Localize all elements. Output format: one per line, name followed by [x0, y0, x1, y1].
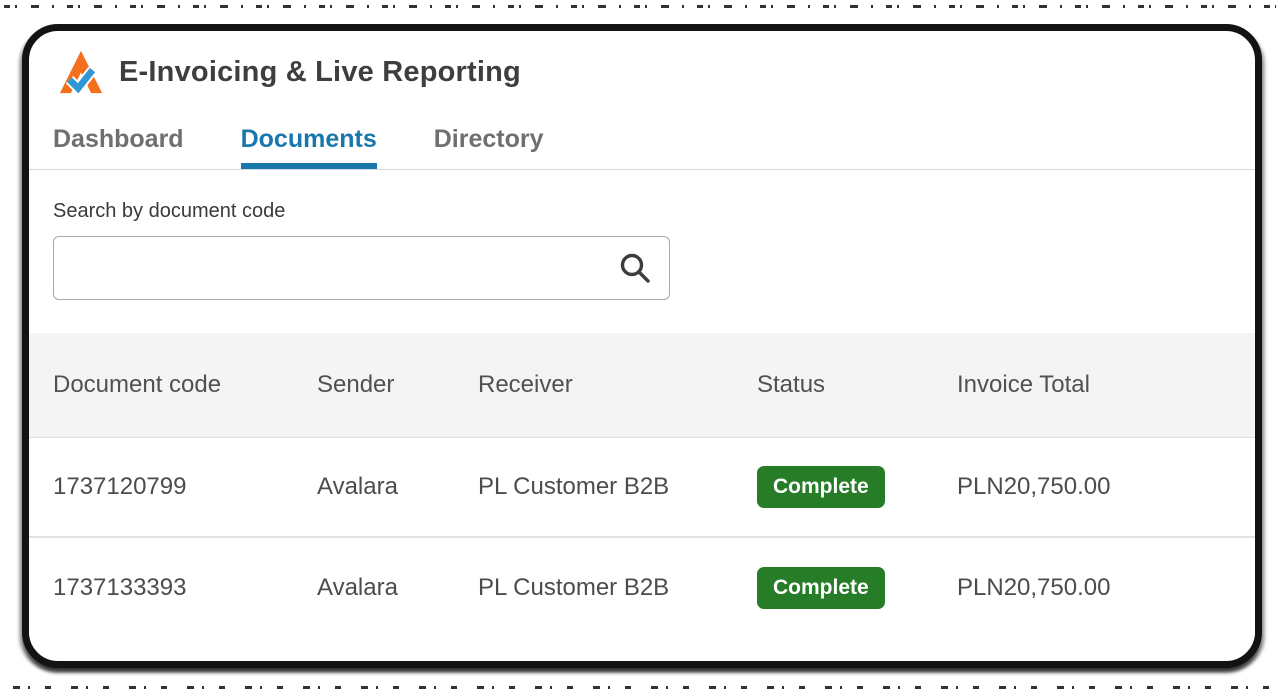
table-row[interactable]: 1737133393 Avalara PL Customer B2B Compl…	[29, 538, 1255, 638]
column-header-status: Status	[757, 371, 957, 399]
cell-receiver: PL Customer B2B	[478, 574, 757, 602]
cell-document-code: 1737120799	[53, 473, 317, 501]
cell-sender: Avalara	[317, 473, 478, 501]
avalara-logo-icon	[58, 49, 104, 95]
cell-status: Complete	[757, 567, 957, 608]
cell-receiver: PL Customer B2B	[478, 473, 757, 501]
search-input[interactable]	[53, 236, 670, 300]
table-row[interactable]: 1737120799 Avalara PL Customer B2B Compl…	[29, 438, 1255, 538]
torn-edge-top	[4, 5, 1276, 8]
column-header-invoice-total: Invoice Total	[957, 371, 1255, 399]
documents-table: Document code Sender Receiver Status Inv…	[29, 333, 1255, 638]
cell-status: Complete	[757, 466, 957, 507]
table-header-row: Document code Sender Receiver Status Inv…	[29, 333, 1255, 438]
page-title: E-Invoicing & Live Reporting	[119, 56, 521, 89]
cell-invoice-total: PLN20,750.00	[957, 473, 1255, 501]
app-card: E-Invoicing & Live Reporting Dashboard D…	[22, 24, 1262, 668]
cell-invoice-total: PLN20,750.00	[957, 574, 1255, 602]
search-label: Search by document code	[53, 200, 1255, 223]
tab-dashboard[interactable]: Dashboard	[53, 121, 184, 169]
app-header: E-Invoicing & Live Reporting	[29, 31, 1255, 95]
column-header-sender: Sender	[317, 371, 478, 399]
cell-sender: Avalara	[317, 574, 478, 602]
status-badge: Complete	[757, 466, 885, 507]
tab-directory[interactable]: Directory	[434, 121, 544, 169]
status-badge: Complete	[757, 567, 885, 608]
column-header-document-code: Document code	[53, 371, 317, 399]
search-box	[53, 236, 670, 300]
search-section: Search by document code	[29, 170, 1255, 300]
cell-document-code: 1737133393	[53, 574, 317, 602]
search-icon[interactable]	[618, 251, 652, 285]
tab-documents[interactable]: Documents	[241, 121, 377, 169]
torn-edge-bottom	[4, 686, 1276, 689]
tab-bar: Dashboard Documents Directory	[29, 121, 1255, 170]
column-header-receiver: Receiver	[478, 371, 757, 399]
